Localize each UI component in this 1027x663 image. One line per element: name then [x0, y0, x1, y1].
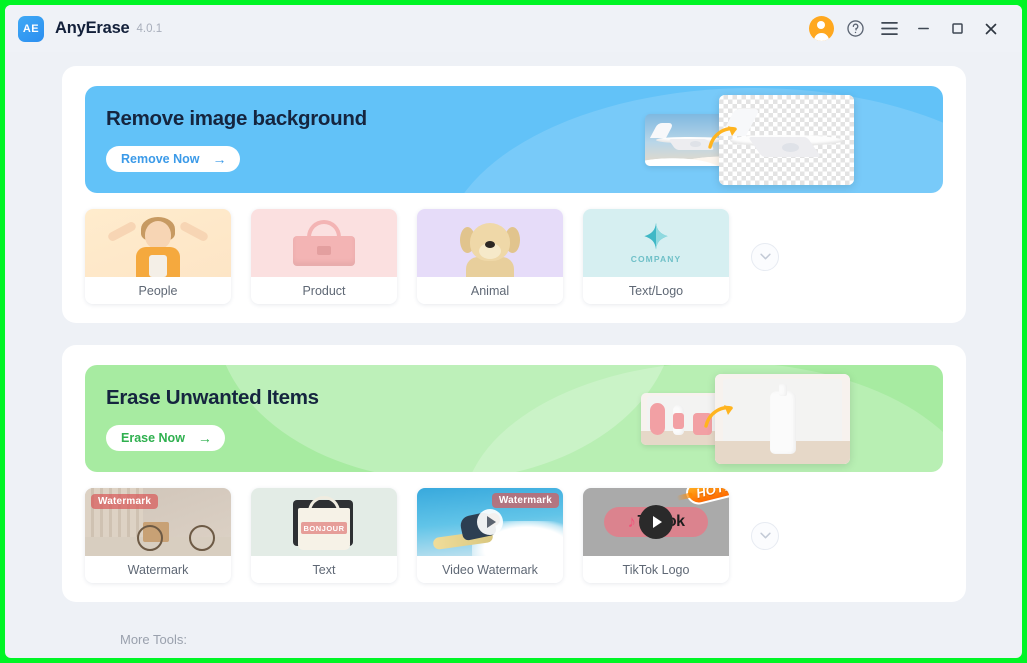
- card-text-thumbnail: BONJOUR: [251, 488, 397, 556]
- card-text-logo-label: Text/Logo: [583, 277, 729, 304]
- card-product-thumbnail: [251, 209, 397, 277]
- card-row-remove-background: People Product Animal COMPANY Text/Logo: [85, 209, 943, 304]
- app-title: AnyErase: [55, 19, 130, 37]
- card-people[interactable]: People: [85, 209, 231, 304]
- banner-erase-items[interactable]: Erase Unwanted Items Erase Now →: [85, 365, 943, 472]
- window-controls: [804, 12, 1008, 46]
- remove-now-label: Remove Now: [121, 152, 200, 166]
- card-text-label: Text: [251, 556, 397, 583]
- app-logo-icon: AE: [18, 15, 44, 42]
- hamburger-menu-icon: [880, 22, 898, 35]
- card-tiktok-label: TikTok Logo: [583, 556, 729, 583]
- card-watermark-thumbnail: Watermark: [85, 488, 231, 556]
- expand-wrap-2: [751, 521, 779, 550]
- card-animal-label: Animal: [417, 277, 563, 304]
- card-product-label: Product: [251, 277, 397, 304]
- banner-text-block: Remove image background Remove Now →: [85, 107, 367, 172]
- close-icon: [985, 23, 997, 34]
- panel-erase-items: Erase Unwanted Items Erase Now → Waterma…: [62, 345, 966, 602]
- hot-badge: HOT!: [684, 488, 729, 508]
- play-icon-2[interactable]: [639, 505, 673, 539]
- content-scroll-area[interactable]: Remove image background Remove Now → Peo…: [5, 52, 1022, 658]
- minimize-icon: [917, 27, 929, 30]
- app-window: AE AnyErase 4.0.1 Remove image backgroun…: [5, 5, 1022, 658]
- card-row-erase-items: Watermark Watermark BONJOUR Text Waterma…: [85, 488, 943, 583]
- airplane-cutout-icon: [720, 108, 844, 161]
- card-people-thumbnail: [85, 209, 231, 277]
- transform-arrow-icon: [708, 126, 737, 149]
- app-version: 4.0.1: [136, 22, 163, 35]
- watermark-overlay-text: Watermark: [91, 494, 159, 509]
- category-cards: People Product Animal COMPANY Text/Logo: [85, 209, 729, 304]
- erase-now-label: Erase Now: [121, 431, 185, 445]
- banner-title: Remove image background: [106, 107, 367, 130]
- more-tools-label: More Tools:: [120, 632, 187, 647]
- minimize-button[interactable]: [906, 12, 940, 46]
- company-star-icon: [644, 222, 668, 250]
- card-animal[interactable]: Animal: [417, 209, 563, 304]
- panel-remove-background: Remove image background Remove Now → Peo…: [62, 66, 966, 323]
- close-button[interactable]: [974, 12, 1008, 46]
- remove-now-button[interactable]: Remove Now →: [106, 146, 240, 172]
- card-people-label: People: [85, 277, 231, 304]
- menu-button[interactable]: [872, 12, 906, 46]
- card-watermark-label: Watermark: [85, 556, 231, 583]
- card-watermark[interactable]: Watermark Watermark: [85, 488, 231, 583]
- card-text[interactable]: BONJOUR Text: [251, 488, 397, 583]
- card-text-logo-thumbnail: COMPANY: [583, 209, 729, 277]
- play-icon[interactable]: [477, 509, 503, 535]
- help-button[interactable]: [838, 12, 872, 46]
- video-watermark-overlay-text: Watermark: [491, 493, 559, 508]
- arrow-right-icon-2: →: [197, 430, 212, 446]
- expand-wrap-1: [751, 242, 779, 271]
- airplane-before-after-artwork: [637, 86, 937, 193]
- title-bar: AE AnyErase 4.0.1: [5, 5, 1022, 52]
- erase-now-button[interactable]: Erase Now →: [106, 425, 225, 451]
- app-logo-text: AE: [22, 22, 40, 35]
- bonjour-overlay-text: BONJOUR: [301, 522, 347, 534]
- help-circle-icon: [846, 20, 864, 37]
- bottle-before-after-artwork: [633, 365, 933, 472]
- card-animal-thumbnail: [417, 209, 563, 277]
- maximize-icon: [951, 23, 963, 34]
- arrow-right-icon: →: [212, 151, 227, 167]
- chevron-down-icon-2: [759, 532, 771, 539]
- maximize-button[interactable]: [940, 12, 974, 46]
- user-avatar-icon: [808, 16, 834, 41]
- expand-categories-button-1[interactable]: [751, 242, 779, 271]
- expand-categories-button-2[interactable]: [751, 521, 779, 550]
- tiktok-note-icon: ♪: [627, 512, 636, 531]
- company-logo-word: COMPANY: [630, 254, 682, 264]
- banner-text-block-2: Erase Unwanted Items Erase Now →: [85, 386, 319, 451]
- card-video-watermark-label: Video Watermark: [417, 556, 563, 583]
- card-text-logo[interactable]: COMPANY Text/Logo: [583, 209, 729, 304]
- card-tiktok-logo[interactable]: ♪ TikTok HOT! TikTok Logo: [583, 488, 729, 583]
- account-button[interactable]: [804, 12, 838, 46]
- chevron-down-icon: [759, 253, 771, 260]
- card-video-watermark[interactable]: Watermark Video Watermark: [417, 488, 563, 583]
- card-product[interactable]: Product: [251, 209, 397, 304]
- banner-title-2: Erase Unwanted Items: [106, 386, 319, 409]
- card-tiktok-thumbnail: ♪ TikTok HOT!: [583, 488, 729, 556]
- card-video-watermark-thumbnail: Watermark: [417, 488, 563, 556]
- tool-cards: Watermark Watermark BONJOUR Text Waterma…: [85, 488, 729, 583]
- transform-arrow-icon-2: [704, 405, 733, 428]
- banner-remove-background[interactable]: Remove image background Remove Now →: [85, 86, 943, 193]
